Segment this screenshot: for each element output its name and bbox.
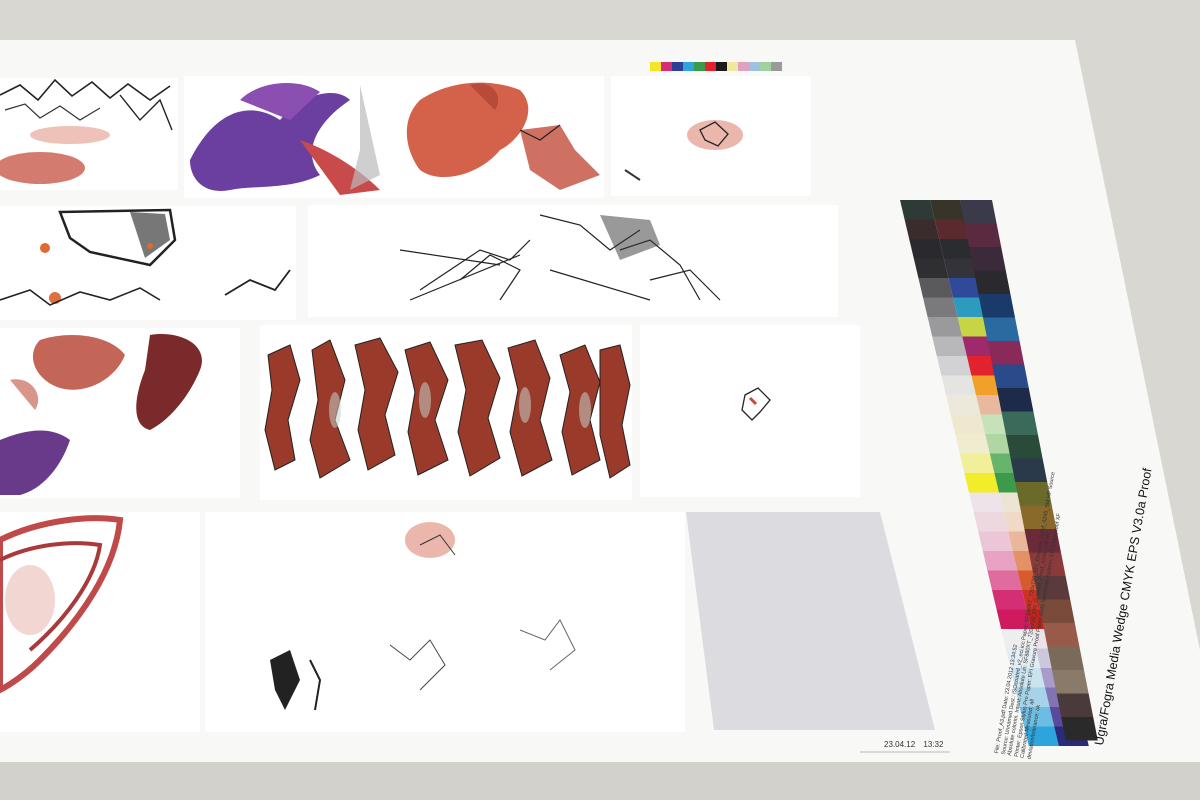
wedge-patch bbox=[900, 200, 935, 220]
panel-row3-b bbox=[260, 325, 632, 500]
wedge-patch bbox=[1047, 646, 1084, 670]
panel-row3-a bbox=[0, 328, 240, 498]
wedge-patch bbox=[978, 531, 1013, 551]
wedge-patch bbox=[969, 492, 1004, 512]
stamp-date: 23.04.12 bbox=[884, 740, 916, 749]
top-color-strip bbox=[650, 62, 782, 71]
strip-patch bbox=[705, 62, 716, 71]
strip-patch bbox=[727, 62, 738, 71]
wedge-patch bbox=[982, 551, 1018, 571]
panel-row4-a bbox=[0, 512, 200, 732]
wedge-patch bbox=[909, 239, 944, 259]
strip-patch bbox=[760, 62, 771, 71]
panel-row4-b bbox=[205, 512, 685, 732]
strip-patch bbox=[672, 62, 683, 71]
wedge-patch bbox=[936, 356, 972, 376]
panel-row1-a bbox=[0, 78, 178, 190]
wedge-patch bbox=[946, 395, 981, 415]
wedge-patch bbox=[955, 434, 990, 454]
wedge-patch bbox=[960, 200, 997, 224]
wedge-patch bbox=[1001, 411, 1038, 435]
wedge-patch bbox=[923, 297, 958, 317]
photo-scene: 23.04.12 13:32 File: Proof_A3.pdf Date: … bbox=[0, 0, 1200, 800]
wedge-patch bbox=[934, 219, 970, 239]
wedge-patch bbox=[983, 317, 1020, 341]
wedge-patch bbox=[941, 375, 976, 395]
wedge-patch bbox=[987, 570, 1022, 590]
wedge-patch bbox=[927, 317, 963, 337]
strip-patch bbox=[749, 62, 760, 71]
wedge-patch bbox=[969, 247, 1006, 271]
wedge-patch bbox=[913, 258, 949, 278]
strip-patch bbox=[716, 62, 727, 71]
wedge-patch bbox=[996, 388, 1034, 412]
wedge-patch bbox=[973, 512, 1009, 532]
wedge-patch bbox=[973, 270, 1011, 294]
wedge-patch bbox=[1056, 693, 1094, 717]
strip-patch bbox=[661, 62, 672, 71]
wedge-patch bbox=[964, 473, 999, 493]
wedge-patch bbox=[987, 341, 1025, 365]
strip-patch bbox=[683, 62, 694, 71]
strip-patch bbox=[650, 62, 661, 71]
panel-row3-c bbox=[640, 325, 860, 497]
wedge-patch bbox=[918, 278, 953, 298]
strip-patch bbox=[738, 62, 749, 71]
wedge-patch bbox=[904, 219, 940, 239]
panel-row1-c bbox=[611, 76, 811, 196]
wedge-patch bbox=[930, 200, 965, 220]
panel-row1-b bbox=[184, 76, 604, 198]
wedge-patch bbox=[1006, 435, 1043, 459]
wedge-patch bbox=[964, 223, 1002, 247]
panel-row2-a bbox=[0, 206, 296, 320]
wedge-patch bbox=[992, 364, 1029, 388]
strip-patch bbox=[694, 62, 705, 71]
wedge-patch bbox=[978, 294, 1015, 318]
print-stamp: 23.04.12 13:32 bbox=[884, 740, 949, 749]
wedge-patch bbox=[959, 453, 995, 473]
wedge-patch bbox=[950, 414, 986, 434]
panel-row2-b bbox=[308, 205, 838, 317]
wedge-patch bbox=[932, 336, 967, 356]
strip-patch bbox=[771, 62, 782, 71]
stamp-time: 13:32 bbox=[923, 740, 944, 749]
wedge-patch bbox=[1052, 670, 1089, 694]
